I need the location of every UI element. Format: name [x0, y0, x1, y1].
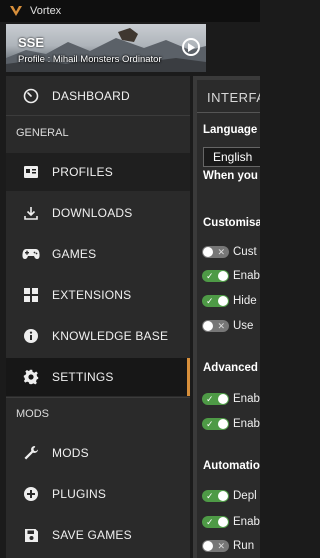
toggle-knob: [203, 247, 213, 257]
automation-heading: Automatio: [203, 460, 260, 472]
gamepad-icon: [21, 244, 41, 264]
toggle-knob: [203, 541, 213, 551]
check-icon: ✓: [206, 517, 214, 527]
toggle-switch[interactable]: ✓: [202, 270, 229, 282]
toggle-switch[interactable]: ✕: [202, 540, 229, 552]
toggle-label: Enab: [233, 270, 260, 282]
toggle-row[interactable]: ✓ Enab: [202, 392, 260, 406]
toggle-row[interactable]: ✓ Enab: [202, 515, 260, 529]
active-profile: Profile : Mihail Monsters Ordinator: [18, 54, 162, 65]
language-note: When you: [203, 170, 258, 182]
sidebar-item-label: PROFILES: [52, 165, 113, 179]
toggle-label: Enab: [233, 516, 260, 528]
toggle-knob: [218, 271, 228, 281]
toggle-label: Depl: [233, 490, 257, 502]
check-icon: ✓: [206, 394, 214, 404]
toggle-label: Enab: [233, 393, 260, 405]
toggle-label: Hide: [233, 295, 257, 307]
game-name: SSE: [18, 35, 45, 50]
gauge-icon: [21, 86, 41, 106]
x-icon: ✕: [217, 321, 225, 331]
toggle-knob: [218, 394, 228, 404]
toggle-knob: [218, 419, 228, 429]
game-banner[interactable]: SSE Profile : Mihail Monsters Ordinator: [6, 24, 206, 72]
sidebar-item-games[interactable]: GAMES: [6, 235, 190, 273]
toggle-knob: [218, 491, 228, 501]
settings-panel: INTERFAC Language English When you Custo…: [193, 76, 260, 558]
language-select[interactable]: English: [203, 147, 260, 167]
toggle-switch[interactable]: ✓: [202, 295, 229, 307]
toggle-switch[interactable]: ✓: [202, 516, 229, 528]
wrench-icon: [21, 443, 41, 463]
toggle-row[interactable]: ✓ Enab: [202, 269, 260, 283]
toggle-knob: [203, 321, 213, 331]
download-icon: [21, 203, 41, 223]
gear-icon: [21, 367, 41, 387]
vortex-logo-icon: [8, 3, 24, 19]
sidebar-item-label: PLUGINS: [52, 487, 107, 501]
toggle-switch[interactable]: ✓: [202, 393, 229, 405]
plus-circle-icon: [21, 484, 41, 504]
sidebar-item-label: SAVE GAMES: [52, 528, 132, 542]
toggle-knob: [218, 517, 228, 527]
language-label: Language: [203, 124, 258, 136]
toggle-label: Use: [233, 320, 254, 332]
tab-underline: [197, 112, 260, 113]
x-icon: ✕: [217, 541, 225, 551]
sidebar-item-label: DOWNLOADS: [52, 206, 133, 220]
customisation-heading: Customisa: [203, 217, 260, 229]
toggle-switch[interactable]: ✕: [202, 320, 229, 332]
check-icon: ✓: [206, 491, 214, 501]
toggle-row[interactable]: ✓ Depl: [202, 489, 257, 503]
sidebar-item-label: KNOWLEDGE BASE: [52, 329, 169, 343]
toggle-row[interactable]: ✓ Hide: [202, 294, 257, 308]
sidebar-item-extensions[interactable]: EXTENSIONS: [6, 276, 190, 314]
section-mods: MODS: [16, 408, 49, 420]
window-title: Vortex: [30, 5, 62, 17]
check-icon: ✓: [206, 271, 214, 281]
sidebar-item-label: SETTINGS: [52, 370, 114, 384]
sidebar-item-profiles[interactable]: PROFILES: [6, 153, 190, 191]
sidebar-item-mods[interactable]: MODS: [6, 434, 190, 472]
divider: [6, 115, 190, 116]
sidebar-item-label: GAMES: [52, 247, 97, 261]
toggle-row[interactable]: ✕ Use: [202, 319, 253, 333]
toggle-row[interactable]: ✕ Cust: [202, 245, 257, 259]
check-icon: ✓: [206, 296, 214, 306]
sidebar-item-knowledge-base[interactable]: KNOWLEDGE BASE: [6, 317, 190, 355]
sidebar-item-dashboard[interactable]: DASHBOARD: [6, 77, 190, 115]
info-icon: [21, 326, 41, 346]
tab-interface[interactable]: INTERFAC: [207, 90, 260, 105]
toggle-switch[interactable]: ✓: [202, 490, 229, 502]
sidebar-item-label: MODS: [52, 446, 89, 460]
sidebar-item-plugins[interactable]: PLUGINS: [6, 475, 190, 513]
id-card-icon: [21, 162, 41, 182]
extensions-grid-icon: [21, 285, 41, 305]
sidebar-item-settings[interactable]: SETTINGS: [6, 358, 190, 396]
toggle-switch[interactable]: ✓: [202, 418, 229, 430]
sidebar: DASHBOARD GENERAL PROFILES DOWNLOADS GAM…: [6, 76, 190, 558]
sidebar-item-label: EXTENSIONS: [52, 288, 132, 302]
section-general: GENERAL: [16, 127, 69, 139]
toggle-label: Run: [233, 540, 255, 552]
x-icon: ✕: [217, 247, 225, 257]
play-icon[interactable]: [182, 38, 200, 56]
floppy-disk-icon: [21, 525, 41, 545]
toggle-switch[interactable]: ✕: [202, 246, 229, 258]
sidebar-item-save-games[interactable]: SAVE GAMES: [6, 516, 190, 554]
toggle-label: Enab: [233, 418, 260, 430]
toggle-row[interactable]: ✕ Run: [202, 539, 254, 553]
check-icon: ✓: [206, 419, 214, 429]
title-bar: Vortex: [0, 0, 260, 22]
toggle-row[interactable]: ✓ Enab: [202, 417, 260, 431]
advanced-heading: Advanced: [203, 362, 258, 374]
divider: [6, 397, 190, 398]
toggle-label: Cust: [233, 246, 257, 258]
sidebar-item-downloads[interactable]: DOWNLOADS: [6, 194, 190, 232]
sidebar-item-label: DASHBOARD: [52, 89, 130, 103]
toggle-knob: [218, 296, 228, 306]
